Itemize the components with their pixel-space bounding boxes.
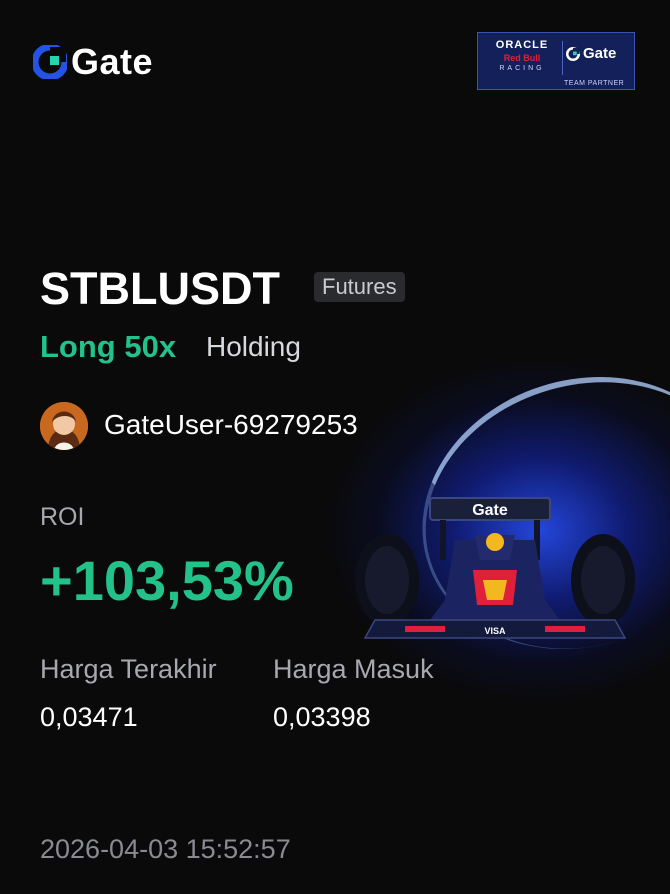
position-side-leverage: Long 50x	[40, 329, 177, 364]
svg-text:Gate: Gate	[472, 502, 508, 519]
entry-price-label: Harga Masuk	[273, 654, 434, 684]
contract-type-badge: Futures	[314, 272, 405, 302]
last-price-label: Harga Terakhir	[40, 654, 217, 684]
entry-price-value: 0,03398	[273, 702, 371, 732]
team-partner-badge: ORACLE Red Bull RACING Gate TEAM PARTNER	[477, 32, 635, 90]
racing-text: RACING	[499, 65, 545, 72]
svg-text:VISA: VISA	[484, 626, 506, 636]
partner-gate-logo: Gate	[566, 45, 616, 62]
trading-pair: STBLUSDT	[40, 263, 280, 314]
user-avatar	[40, 402, 88, 450]
partner-divider	[562, 41, 563, 75]
brand-logo: Gate	[33, 44, 153, 80]
username: GateUser-69279253	[104, 409, 358, 440]
share-card: Gate ORACLE Red Bull RACING Gate TEAM PA…	[0, 0, 670, 894]
gate-logo-icon	[33, 45, 67, 79]
redbull-text: Red Bull	[503, 53, 541, 63]
gate-small-logo-icon	[566, 46, 580, 61]
position-status: Holding	[206, 331, 301, 362]
oracle-text: ORACLE	[495, 39, 549, 51]
brand-name: Gate	[71, 41, 154, 82]
f1-car-image: Gate VISA	[355, 497, 635, 639]
timestamp: 2026-04-03 15:52:57	[40, 834, 291, 864]
partner-gate-text: Gate	[583, 45, 617, 62]
roi-label: ROI	[40, 503, 85, 531]
team-partner-text: TEAM PARTNER	[564, 80, 625, 87]
last-price-value: 0,03471	[40, 702, 138, 732]
roi-value: +103,53%	[40, 549, 294, 612]
